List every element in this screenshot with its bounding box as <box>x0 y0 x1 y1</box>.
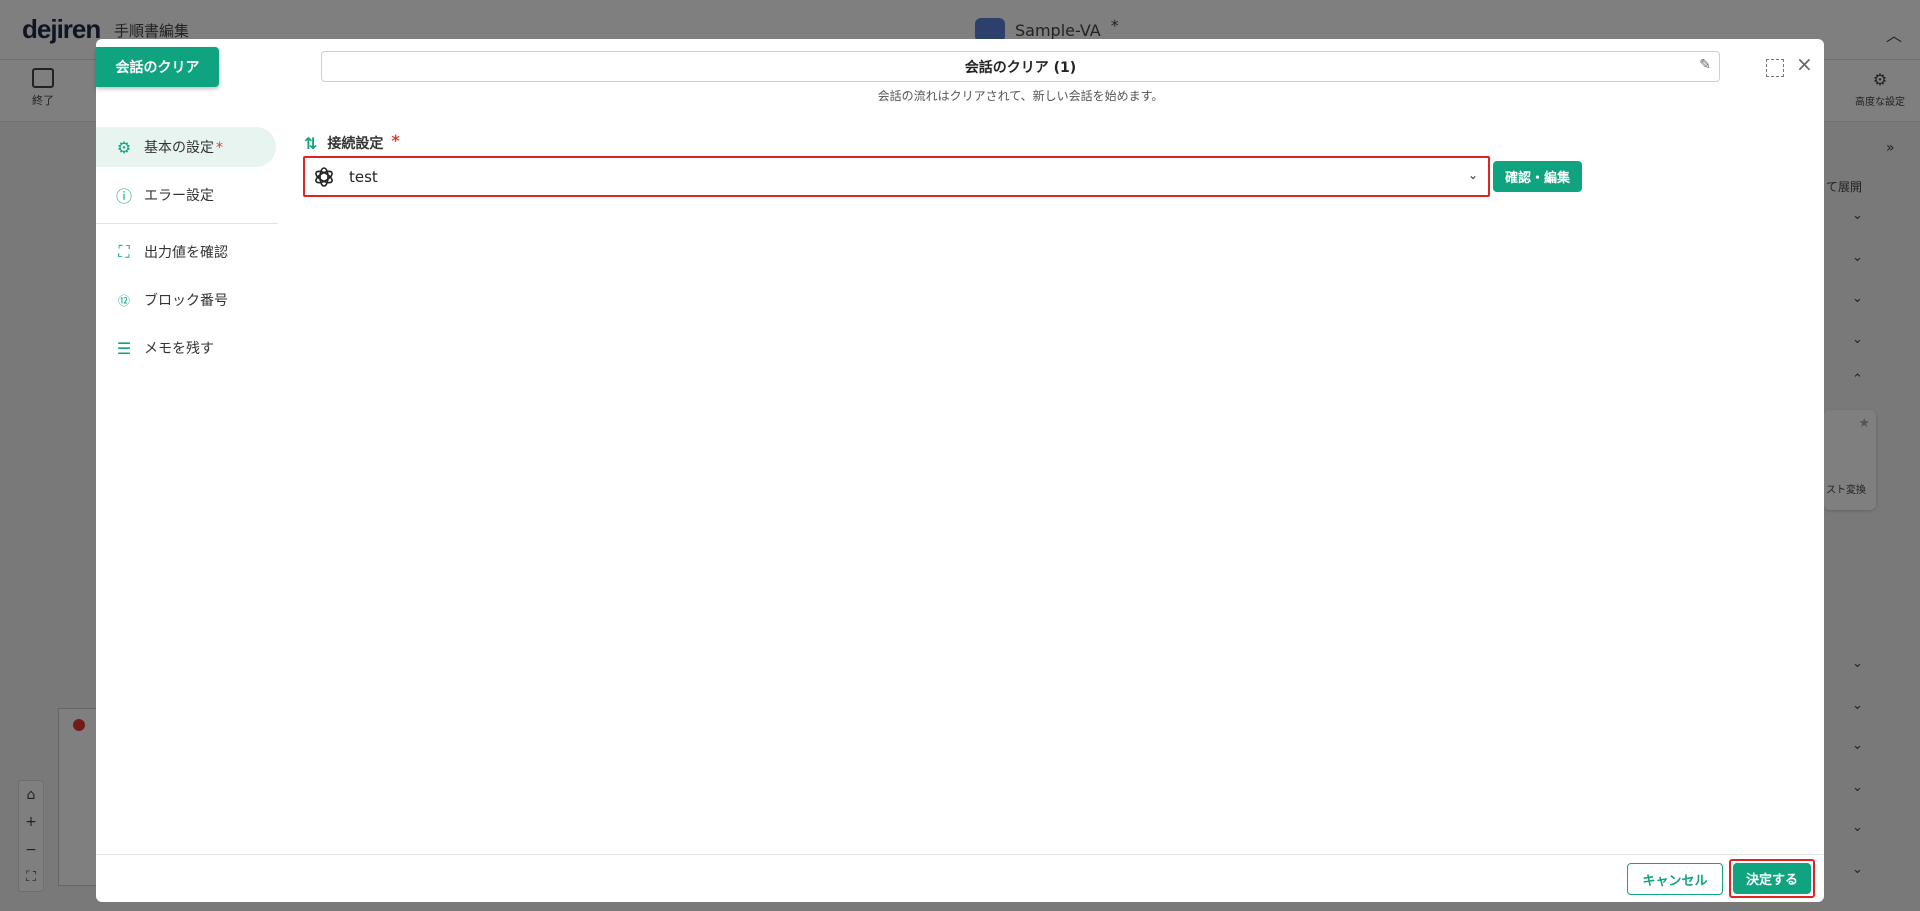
sidebar-item-basic-settings[interactable]: ⚙ 基本の設定 * <box>96 127 276 167</box>
sidebar-item-label: 基本の設定 <box>144 140 214 156</box>
sidebar-item-label: エラー設定 <box>144 188 214 204</box>
pencil-icon[interactable]: ✎ <box>1699 57 1711 73</box>
connection-settings-label: ⇅ 接続設定 * <box>304 130 400 153</box>
sidebar-item-label: 出力値を確認 <box>144 245 228 261</box>
alert-icon: ⓘ <box>115 187 132 206</box>
sidebar-item-memo[interactable]: ☰ メモを残す <box>96 328 278 368</box>
frame-icon: ⛶ <box>118 242 130 261</box>
plug-icon: ⇅ <box>304 133 318 153</box>
confirm-edit-button[interactable]: 確認・編集 <box>1493 161 1582 192</box>
block-title: 会話のクリア (1) <box>964 59 1077 76</box>
sidebar-divider <box>96 223 278 224</box>
connection-selected-value: test <box>349 167 378 186</box>
ok-button[interactable]: 決定する <box>1733 863 1811 894</box>
number-icon: ⑫ <box>117 293 130 308</box>
required-marker: * <box>216 140 223 156</box>
connection-select[interactable]: test ⌄ <box>303 156 1490 197</box>
sidebar-item-label: メモを残す <box>144 341 214 357</box>
select-area-icon[interactable] <box>1766 59 1784 77</box>
memo-icon: ☰ <box>116 338 132 358</box>
block-description: 会話の流れはクリアされて、新しい会話を始めます。 <box>877 89 1164 103</box>
block-title-field[interactable]: 会話のクリア (1) ✎ <box>321 51 1720 82</box>
gear-icon: ⚙ <box>116 137 132 157</box>
cancel-button[interactable]: キャンセル <box>1627 863 1723 895</box>
connection-label-text: 接続設定 <box>327 136 384 152</box>
close-icon[interactable]: × <box>1796 54 1813 74</box>
sidebar-item-check-output[interactable]: ⛶ 出力値を確認 <box>96 232 278 272</box>
block-settings-modal: 会話のクリア 会話のクリア (1) ✎ 会話の流れはクリアされて、新しい会話を始… <box>96 39 1824 902</box>
sidebar-item-label: ブロック番号 <box>144 293 228 309</box>
chevron-down-icon[interactable]: ⌄ <box>1468 168 1478 182</box>
settings-sidebar: ⚙ 基本の設定 * ⓘ エラー設定 ⛶ 出力値を確認 ⑫ ブロック番号 ☰ メモを… <box>96 127 278 376</box>
sidebar-item-block-number[interactable]: ⑫ ブロック番号 <box>96 280 278 320</box>
sidebar-item-error-settings[interactable]: ⓘ エラー設定 <box>96 175 278 215</box>
required-marker: * <box>391 130 400 150</box>
footer-divider <box>96 854 1824 855</box>
block-type-tag: 会話のクリア <box>96 47 219 87</box>
openai-icon <box>311 164 337 190</box>
